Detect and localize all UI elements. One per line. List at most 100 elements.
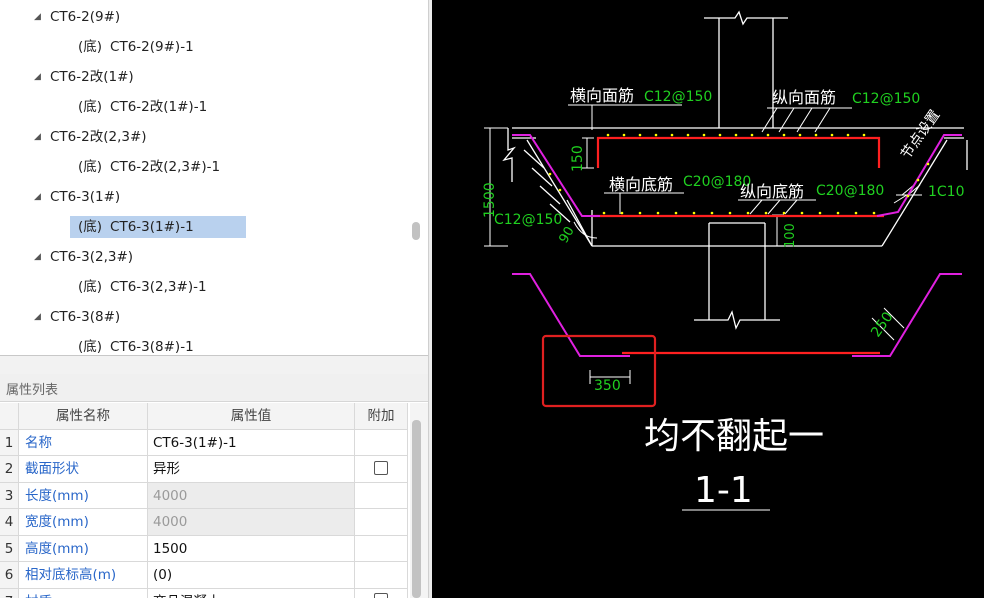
tree-group-node[interactable]: ◢ CT6-3(1#)	[34, 186, 120, 208]
property-name: 截面形状	[19, 456, 148, 483]
section-label: 1-1	[694, 470, 753, 511]
label-corner-bar: 1C10	[928, 184, 965, 200]
property-value[interactable]: 商品混凝土	[148, 588, 355, 598]
tree-node-prefix: (底)	[78, 279, 103, 295]
dim-150: 150	[570, 145, 586, 172]
property-list-title: 属性列表	[6, 383, 59, 398]
property-value: 4000	[148, 482, 355, 509]
label-bottom-transverse: 横向底筋	[609, 175, 673, 194]
component-tree: ◢ CT6-2(9#) (底) CT6-2(9#)-1 ◢ CT6-2改(1#) (底) …	[0, 0, 428, 356]
property-value[interactable]: 异形	[148, 456, 355, 483]
tree-group-node[interactable]: ◢ CT6-2(9#)	[34, 6, 120, 28]
panel-splitter[interactable]	[0, 356, 430, 374]
tree-node-prefix: (底)	[78, 159, 103, 175]
highlight-box	[541, 334, 657, 408]
collapse-triangle-icon[interactable]: ◢	[34, 246, 46, 268]
dim-250: 250	[868, 309, 896, 340]
property-extra[interactable]	[355, 588, 408, 598]
label-node-setting: 节点设置	[898, 107, 943, 162]
property-extra	[355, 482, 408, 509]
tree-group-node[interactable]: ◢ CT6-3(2,3#)	[34, 246, 133, 268]
property-index: 2	[0, 456, 19, 483]
collapse-triangle-icon[interactable]: ◢	[34, 6, 46, 28]
tree-group-node[interactable]: ◢ CT6-2改(2,3#)	[34, 126, 147, 148]
property-table: 属性名称 属性值 附加 1 名称 CT6-3(1#)-1 2 截面形状 异形 3 长度(mm)…	[0, 403, 410, 598]
collapse-triangle-icon[interactable]: ◢	[34, 186, 46, 208]
tree-node-label: CT6-2(9#)	[50, 9, 121, 25]
tree-node-label: CT6-2改(1#)	[50, 69, 134, 85]
label-top-transverse-val: C12@150	[644, 89, 712, 105]
tree-leaf-node[interactable]: (底) CT6-3(8#)-1	[70, 336, 202, 356]
property-row[interactable]: 5 高度(mm) 1500	[0, 535, 410, 562]
tree-node-prefix: (底)	[78, 219, 103, 235]
tree-node-label: CT6-3(2,3#)-1	[110, 279, 207, 295]
property-row[interactable]: 1 名称 CT6-3(1#)-1	[0, 429, 410, 456]
tree-node-prefix: (底)	[78, 339, 103, 355]
header-extra[interactable]: 附加	[355, 403, 408, 430]
property-name: 相对底标高(m)	[19, 562, 148, 589]
property-value[interactable]: 1500	[148, 535, 355, 562]
label-bottom-longitudinal-val: C20@180	[816, 183, 884, 199]
tree-node-prefix: (底)	[78, 39, 103, 55]
property-list-header: 属性列表	[0, 374, 430, 402]
tree-leaf-node[interactable]: (底) CT6-2(9#)-1	[70, 36, 202, 58]
property-name: 材质	[19, 588, 148, 598]
extra-checkbox[interactable]	[374, 460, 388, 475]
property-table-header-row: 属性名称 属性值 附加	[0, 403, 410, 430]
tree-scrollbar-thumb[interactable]	[412, 222, 420, 240]
tree-leaf-node[interactable]: (底) CT6-2改(1#)-1	[70, 96, 215, 118]
property-name: 高度(mm)	[19, 535, 148, 562]
dim-350: 350	[594, 378, 621, 394]
label-side-bar: C12@150	[494, 212, 562, 228]
tree-leaf-node[interactable]: (底) CT6-3(1#)-1	[70, 216, 246, 238]
label-top-longitudinal-val: C12@150	[852, 91, 920, 107]
tree-node-label: CT6-3(8#)	[50, 309, 121, 325]
property-value[interactable]: (0)	[148, 562, 355, 589]
property-row[interactable]: 6 相对底标高(m) (0)	[0, 562, 410, 589]
label-top-longitudinal: 纵向面筋	[772, 88, 836, 107]
tree-node-prefix: (底)	[78, 99, 103, 115]
label-top-transverse: 横向面筋	[570, 86, 634, 105]
property-name: 名称	[19, 429, 148, 456]
tree-node-label: CT6-2改(2,3#)	[50, 129, 147, 145]
label-bottom-longitudinal: 纵向底筋	[740, 182, 804, 201]
tree-node-label: CT6-2改(1#)-1	[110, 99, 208, 115]
dim-100: 100	[783, 223, 798, 248]
tree-node-label: CT6-3(1#)-1	[110, 219, 194, 235]
tree-node-label: CT6-2改(2,3#)-1	[110, 159, 221, 175]
property-index: 3	[0, 482, 19, 509]
header-value[interactable]: 属性值	[148, 403, 355, 430]
tree-node-label: CT6-3(2,3#)	[50, 249, 134, 265]
property-extra	[355, 535, 408, 562]
property-value: 4000	[148, 509, 355, 536]
collapse-triangle-icon[interactable]: ◢	[34, 126, 46, 148]
tree-node-label: CT6-3(8#)-1	[110, 339, 194, 355]
property-value[interactable]: CT6-3(1#)-1	[148, 429, 355, 456]
header-index-cell	[0, 403, 19, 430]
property-extra[interactable]	[355, 456, 408, 483]
property-index: 7	[0, 588, 19, 598]
header-name[interactable]: 属性名称	[19, 403, 148, 430]
section-drawing: 横向面筋 C12@150 纵向面筋 C12@150 横向底筋 C20@180 纵…	[482, 10, 968, 511]
property-index: 1	[0, 429, 19, 456]
property-extra	[355, 429, 408, 456]
property-extra	[355, 562, 408, 589]
collapse-triangle-icon[interactable]: ◢	[34, 66, 46, 88]
property-scrollbar-thumb[interactable]	[412, 420, 421, 598]
extra-checkbox[interactable]	[374, 593, 388, 598]
property-row[interactable]: 7材质商品混凝土	[0, 588, 410, 598]
property-row[interactable]: 2 截面形状 异形	[0, 456, 410, 483]
tree-leaf-node[interactable]: (底) CT6-3(2,3#)-1	[70, 276, 215, 298]
property-row[interactable]: 3 长度(mm) 4000	[0, 482, 410, 509]
tree-group-node[interactable]: ◢ CT6-3(8#)	[34, 306, 120, 328]
tree-leaf-node[interactable]: (底) CT6-2改(2,3#)-1	[70, 156, 228, 178]
annotation-text: 均不翻起一	[644, 416, 824, 457]
property-row[interactable]: 4 宽度(mm) 4000	[0, 509, 410, 536]
collapse-triangle-icon[interactable]: ◢	[34, 306, 46, 328]
property-index: 6	[0, 562, 19, 589]
cad-drawing-canvas[interactable]: 横向面筋 C12@150 纵向面筋 C12@150 横向底筋 C20@180 纵…	[432, 0, 984, 598]
property-name: 宽度(mm)	[19, 509, 148, 536]
property-extra	[355, 509, 408, 536]
tree-group-node[interactable]: ◢ CT6-2改(1#)	[34, 66, 134, 88]
tree-node-label: CT6-2(9#)-1	[110, 39, 194, 55]
